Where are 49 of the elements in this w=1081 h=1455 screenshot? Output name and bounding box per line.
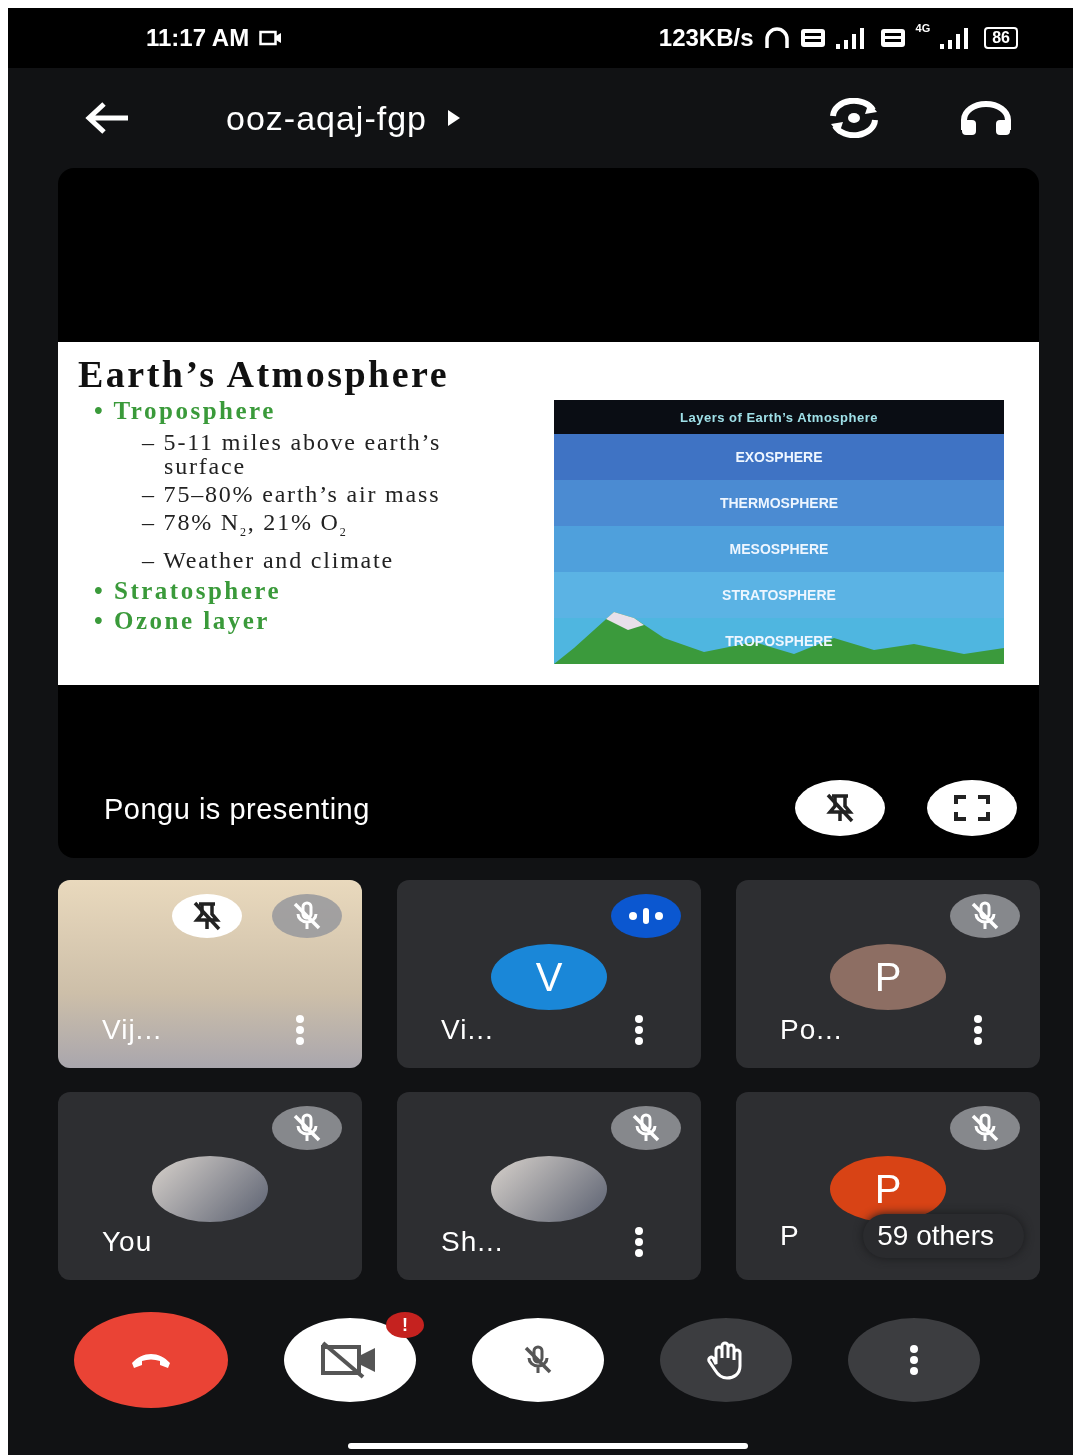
volte-icon — [799, 28, 826, 48]
avatar-initial: P — [830, 1156, 946, 1222]
vertical-dots-icon — [294, 1015, 306, 1045]
layer-label: MESOSPHERE — [729, 541, 829, 557]
others-count-chip[interactable]: 59 others — [863, 1214, 1024, 1258]
video-camera-icon — [259, 30, 284, 46]
slide-bullet: • Stratosphere — [93, 575, 283, 606]
network-type: 4G — [915, 22, 931, 34]
slide-sub-bullet: – Weather and climate — [140, 547, 395, 572]
phone-icon — [129, 1351, 173, 1369]
network-speed: 123KB/s — [658, 24, 754, 52]
participant-name: Po... — [780, 1014, 844, 1046]
volte-icon — [879, 28, 906, 48]
slide-title: Earth’s Atmosphere — [78, 352, 451, 396]
battery-level: 86 — [984, 27, 1018, 49]
back-arrow-icon[interactable] — [84, 101, 130, 135]
presenter-label: Pongu is presenting — [104, 793, 371, 826]
meeting-code[interactable]: ooz-aqaj-fgp — [226, 98, 427, 138]
avatar-initial: P — [830, 944, 946, 1010]
layer-label: TROPOSPHERE — [725, 633, 833, 649]
vertical-dots-icon — [633, 1227, 645, 1257]
slide-sub-bullet: – 5-11 miles above earth’s surface — [140, 430, 443, 478]
slide-sub-bullet: – 75–80% earth’s air mass — [140, 482, 442, 506]
expand-triangle-icon[interactable] — [447, 109, 461, 127]
slide-bullet: • Ozone layer — [93, 605, 271, 636]
layer-label: EXOSPHERE — [735, 449, 823, 465]
more-options-button[interactable] — [633, 1227, 645, 1257]
slide-sub-bullet: – 78% N$_{2}$, 21% O$_{2}$ — [140, 510, 349, 541]
participant-name: Vij... — [102, 1014, 163, 1046]
participant-name: Sh... — [441, 1226, 505, 1258]
vertical-dots-icon — [633, 1015, 645, 1045]
participant-name: You — [102, 1226, 154, 1258]
participant-name: Vi... — [441, 1014, 495, 1046]
headphones-icon[interactable] — [959, 100, 1013, 136]
fullscreen-icon — [952, 794, 992, 822]
layer-label: STRATOSPHERE — [722, 587, 836, 603]
headphones-icon — [763, 26, 790, 50]
avatar-initial: V — [491, 944, 607, 1010]
layer-label: THERMOSPHERE — [719, 495, 839, 511]
infographic-title: Layers of Earth’s Atmosphere — [554, 400, 1004, 434]
alert-badge: ! — [386, 1312, 424, 1338]
more-options-button[interactable] — [972, 1015, 984, 1045]
vertical-dots-icon — [972, 1015, 984, 1045]
more-options-button[interactable] — [633, 1015, 645, 1045]
slide-bullet: • Troposphere — [93, 396, 277, 426]
participant-name: P — [780, 1220, 801, 1252]
audio-level-icon — [628, 907, 664, 925]
vertical-dots-icon — [908, 1345, 920, 1375]
clock-time: 11:17 AM — [146, 24, 250, 52]
